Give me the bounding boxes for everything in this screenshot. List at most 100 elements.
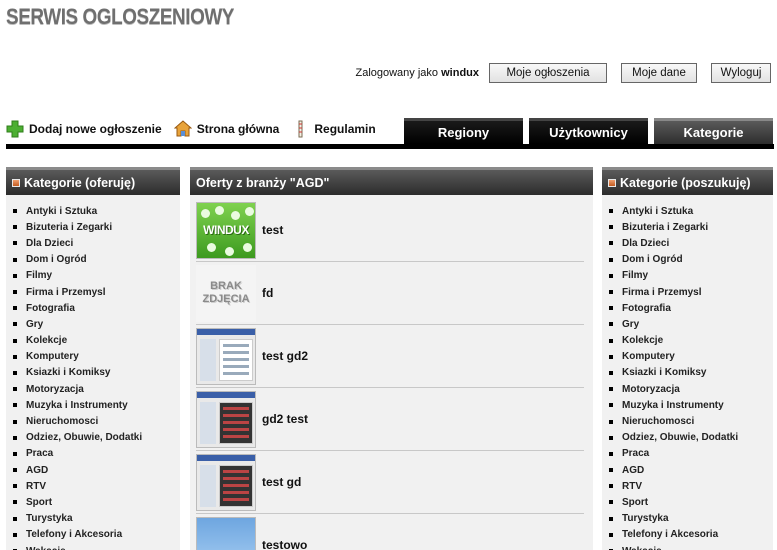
category-link[interactable]: Wakacje xyxy=(13,543,180,550)
offer-thumbnail[interactable] xyxy=(196,390,256,448)
offer-categories-panel: Kategorie (oferuję) Antyki i Sztuka Bizut… xyxy=(6,167,180,550)
category-link[interactable]: Gry xyxy=(13,316,180,332)
decor-dot xyxy=(243,242,252,252)
category-link[interactable]: AGD xyxy=(13,462,180,478)
wanted-categories-panel: Kategorie (poszukuję) Antyki i Sztuka Biz… xyxy=(602,167,773,550)
offer-title[interactable]: test gd2 xyxy=(262,349,308,363)
offer-title[interactable]: test gd xyxy=(262,475,301,489)
offer-item[interactable]: test gd2 xyxy=(196,325,584,388)
category-link[interactable]: Komputery xyxy=(609,349,773,365)
category-link[interactable]: Odziez, Obuwie, Dodatki xyxy=(609,430,773,446)
category-link[interactable]: Muzyka i Instrumenty xyxy=(609,397,773,413)
rules-link[interactable]: Regulamin xyxy=(291,120,376,138)
decor-dot xyxy=(207,242,216,252)
category-link[interactable]: AGD xyxy=(609,462,773,478)
category-link[interactable]: Ksiazki i Komiksy xyxy=(609,365,773,381)
category-link[interactable]: Muzyka i Instrumenty xyxy=(13,397,180,413)
category-link[interactable]: Gry xyxy=(609,316,773,332)
add-ad-link[interactable]: Dodaj nowe ogłoszenie xyxy=(6,120,162,138)
category-link[interactable]: Motoryzacja xyxy=(609,381,773,397)
bullet-icon xyxy=(13,370,17,375)
category-link[interactable]: Dom i Ogród xyxy=(609,252,773,268)
offer-item[interactable]: test gd xyxy=(196,451,584,514)
category-link[interactable]: Sport xyxy=(609,494,773,510)
tab-regions[interactable]: Regiony xyxy=(404,118,523,144)
my-data-button[interactable]: Moje dane xyxy=(621,63,697,83)
category-link[interactable]: Motoryzacja xyxy=(13,381,180,397)
category-link[interactable]: Kolekcje xyxy=(13,333,180,349)
my-ads-button[interactable]: Moje ogłoszenia xyxy=(489,63,607,83)
offer-thumbnail[interactable]: WINDUX xyxy=(196,201,256,259)
logout-button[interactable]: Wyloguj xyxy=(711,63,771,83)
category-link[interactable]: RTV xyxy=(13,478,180,494)
category-link[interactable]: Dla Dzieci xyxy=(609,235,773,251)
category-link[interactable]: Bizuteria i Zegarki xyxy=(609,219,773,235)
category-link[interactable]: Filmy xyxy=(13,268,180,284)
category-link[interactable]: Turystyka xyxy=(13,511,180,527)
bullet-icon xyxy=(13,273,17,278)
category-link[interactable]: Firma i Przemysl xyxy=(13,284,180,300)
category-link[interactable]: Telefony i Akcesoria xyxy=(13,527,180,543)
username: windux xyxy=(441,67,479,79)
offer-item[interactable]: gd2 test xyxy=(196,388,584,451)
category-link[interactable]: Nieruchomosci xyxy=(609,413,773,429)
category-link[interactable]: RTV xyxy=(609,478,773,494)
bullet-icon xyxy=(609,322,613,327)
bullet-icon xyxy=(13,322,17,327)
offer-item[interactable]: BRAK ZDJĘCIA fd xyxy=(196,262,584,325)
offer-item[interactable]: testowo xyxy=(196,514,584,550)
offer-thumbnail[interactable]: BRAK ZDJĘCIA xyxy=(196,264,256,322)
bullet-icon xyxy=(13,306,17,311)
category-link[interactable]: Ksiazki i Komiksy xyxy=(13,365,180,381)
bullet-icon xyxy=(609,387,613,392)
category-link[interactable]: Fotografia xyxy=(609,300,773,316)
bullet-icon xyxy=(13,209,17,214)
bullet-icon xyxy=(13,532,17,537)
home-link[interactable]: Strona główna xyxy=(173,120,279,138)
bullet-icon xyxy=(609,516,613,521)
decor-dot xyxy=(245,206,254,216)
tab-categories[interactable]: Kategorie xyxy=(654,118,773,144)
offer-thumbnail[interactable] xyxy=(196,327,256,385)
category-link[interactable]: Fotografia xyxy=(13,300,180,316)
bullet-icon xyxy=(13,290,17,295)
offer-title[interactable]: gd2 test xyxy=(262,412,308,426)
offer-title[interactable]: test xyxy=(262,223,283,237)
tab-users[interactable]: Użytkownicy xyxy=(529,118,648,144)
category-link[interactable]: Antyki i Sztuka xyxy=(609,203,773,219)
category-link[interactable]: Filmy xyxy=(609,268,773,284)
category-link[interactable]: Telefony i Akcesoria xyxy=(609,527,773,543)
thumb-part xyxy=(219,464,253,507)
home-icon xyxy=(173,120,192,138)
category-link[interactable]: Odziez, Obuwie, Dodatki xyxy=(13,430,180,446)
category-link[interactable]: Nieruchomosci xyxy=(13,413,180,429)
bullet-icon xyxy=(609,370,613,375)
bullet-icon xyxy=(609,225,613,230)
category-link[interactable]: Wakacje xyxy=(609,543,773,550)
category-link[interactable]: Sport xyxy=(13,494,180,510)
offer-item[interactable]: WINDUX test xyxy=(196,199,584,262)
offer-title[interactable]: testowo xyxy=(262,538,307,550)
bullet-icon xyxy=(609,306,613,311)
category-link[interactable]: Turystyka xyxy=(609,511,773,527)
offer-title[interactable]: fd xyxy=(262,286,273,300)
bullet-icon xyxy=(13,403,17,408)
offer-thumbnail[interactable] xyxy=(196,453,256,511)
thumb-part xyxy=(219,401,253,444)
category-link[interactable]: Komputery xyxy=(13,349,180,365)
category-link[interactable]: Antyki i Sztuka xyxy=(13,203,180,219)
offer-thumbnail[interactable] xyxy=(196,516,256,550)
category-link[interactable]: Praca xyxy=(13,446,180,462)
category-link[interactable]: Praca xyxy=(609,446,773,462)
site-logo[interactable]: SERWIS OGLOSZENIOWY xyxy=(6,4,234,30)
bullet-icon xyxy=(609,451,613,456)
offers-panel: Oferty z branży "AGD" WINDUX test BRAK ZDJĘ… xyxy=(190,167,593,550)
bullet-icon xyxy=(13,435,17,440)
category-link[interactable]: Kolekcje xyxy=(609,333,773,349)
offers-list: WINDUX test BRAK ZDJĘCIA fd test gd2 gd2 test t… xyxy=(190,195,593,550)
category-link[interactable]: Firma i Przemysl xyxy=(609,284,773,300)
category-link[interactable]: Dla Dzieci xyxy=(13,235,180,251)
category-link[interactable]: Dom i Ogród xyxy=(13,252,180,268)
category-link[interactable]: Bizuteria i Zegarki xyxy=(13,219,180,235)
category-list: Antyki i Sztuka Bizuteria i Zegarki Dla Dz… xyxy=(6,195,180,550)
